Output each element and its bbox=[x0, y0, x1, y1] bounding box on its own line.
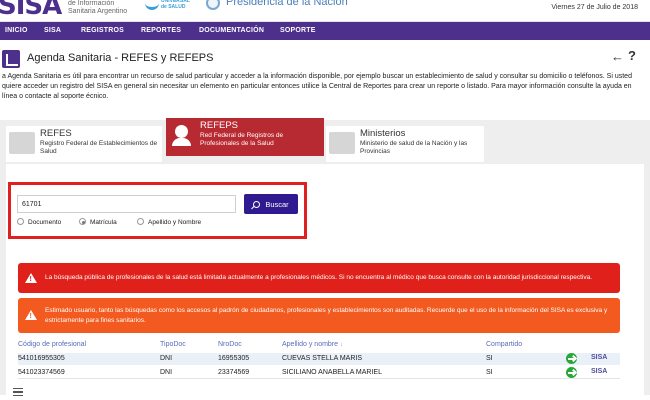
radio-circle bbox=[17, 218, 24, 225]
help-icon[interactable]: ? bbox=[628, 48, 636, 63]
universal-salud-mark-icon bbox=[145, 0, 159, 10]
intro-text: a Agenda Sanitaria es útil para encontra… bbox=[2, 73, 632, 100]
tab-title: Ministerios bbox=[360, 128, 406, 139]
alert-message: Estimado usuario, tanto las búsquedas co… bbox=[45, 307, 608, 324]
sisa-mini-logo[interactable]: SISA bbox=[591, 354, 607, 361]
table-row[interactable]: 541016955305 DNI 16955305 CUEVAS STELLA … bbox=[18, 353, 620, 365]
sisa-mini-logo[interactable]: SISA bbox=[591, 368, 607, 375]
radio-circle bbox=[79, 218, 86, 225]
hamburger-menu-icon[interactable] bbox=[13, 388, 23, 397]
tab-refeps[interactable]: REFEPS Red Federal de Registros de Profe… bbox=[166, 118, 324, 156]
tab-subtitle: Registro Federal de Establecimientos de … bbox=[40, 140, 158, 155]
nav-soporte[interactable]: SOPORTE bbox=[280, 27, 316, 34]
warning-icon bbox=[25, 310, 37, 322]
alert-audit-notice: Estimado usuario, tanto las búsquedas co… bbox=[18, 298, 620, 333]
col-nombre[interactable]: Apellido y nombre ↓ bbox=[282, 341, 343, 348]
alert-limited-search: La búsqueda pública de profesionales de … bbox=[18, 263, 620, 293]
back-arrow-icon[interactable]: ← bbox=[611, 49, 624, 64]
tab-refes[interactable]: REFES Registro Federal de Establecimient… bbox=[6, 126, 162, 162]
col-tipodoc[interactable]: TipoDoc bbox=[160, 341, 186, 348]
current-date: Viernes 27 de Julio de 2018 bbox=[551, 4, 638, 11]
table-row[interactable]: 541023374569 DNI 23374569 SICILIANO ANAB… bbox=[18, 367, 620, 379]
radio-matricula[interactable]: Matrícula bbox=[79, 218, 117, 226]
main-nav: INICIO SISA REGISTROS REPORTES DOCUMENTA… bbox=[0, 22, 650, 40]
results-table-header: Código de profesional TipoDoc NroDoc Ape… bbox=[18, 341, 620, 351]
nav-inicio[interactable]: INICIO bbox=[5, 27, 28, 34]
tab-subtitle: Red Federal de Registros de Profesionale… bbox=[200, 132, 284, 147]
national-seal-icon bbox=[206, 0, 220, 10]
search-input[interactable] bbox=[17, 195, 236, 213]
sort-icon[interactable]: ↓ bbox=[340, 342, 343, 348]
go-arrow-icon[interactable] bbox=[566, 353, 577, 364]
sisa-logo[interactable]: SISA bbox=[0, 0, 62, 21]
search-button[interactable]: Buscar bbox=[244, 194, 298, 214]
alert-message: La búsqueda pública de profesionales de … bbox=[45, 274, 593, 281]
tab-subtitle: Ministerio de salud de la Nación y las P… bbox=[360, 140, 468, 155]
radio-documento[interactable]: Documento bbox=[17, 218, 61, 226]
radio-circle bbox=[137, 218, 144, 225]
col-nrodoc[interactable]: NroDoc bbox=[218, 341, 242, 348]
tab-ministerios[interactable]: Ministerios Ministerio de salud de la Na… bbox=[326, 126, 484, 162]
top-bar: SISA de Información Sanitaria Argentino … bbox=[0, 0, 650, 22]
page-title: Agenda Sanitaria - REFES y REFEPS bbox=[27, 52, 214, 64]
nav-reportes[interactable]: REPORTES bbox=[141, 27, 181, 34]
radio-apellido-nombre[interactable]: Apellido y Nombre bbox=[137, 218, 201, 226]
page-header: Agenda Sanitaria - REFES y REFEPS ← ? bbox=[0, 48, 650, 70]
nav-registros[interactable]: REGISTROS bbox=[81, 27, 124, 34]
sisa-logo-subtitle: de Información Sanitaria Argentino bbox=[68, 0, 128, 15]
col-codigo[interactable]: Código de profesional bbox=[18, 341, 86, 348]
search-icon bbox=[253, 200, 261, 208]
hospital-icon bbox=[9, 132, 35, 154]
warning-icon bbox=[25, 273, 37, 285]
tab-title: REFEPS bbox=[200, 120, 239, 131]
agenda-icon bbox=[2, 50, 20, 68]
tab-title: REFES bbox=[40, 128, 72, 139]
col-compartido[interactable]: Compartido bbox=[486, 341, 522, 348]
doctor-icon bbox=[169, 124, 195, 146]
building-icon bbox=[329, 132, 355, 154]
go-arrow-icon[interactable] bbox=[566, 367, 577, 378]
search-panel: Buscar Documento Matrícula Apellido y No… bbox=[8, 182, 307, 239]
nav-sisa[interactable]: SISA bbox=[44, 27, 61, 34]
nav-documentacion[interactable]: DOCUMENTACIÓN bbox=[199, 27, 264, 34]
